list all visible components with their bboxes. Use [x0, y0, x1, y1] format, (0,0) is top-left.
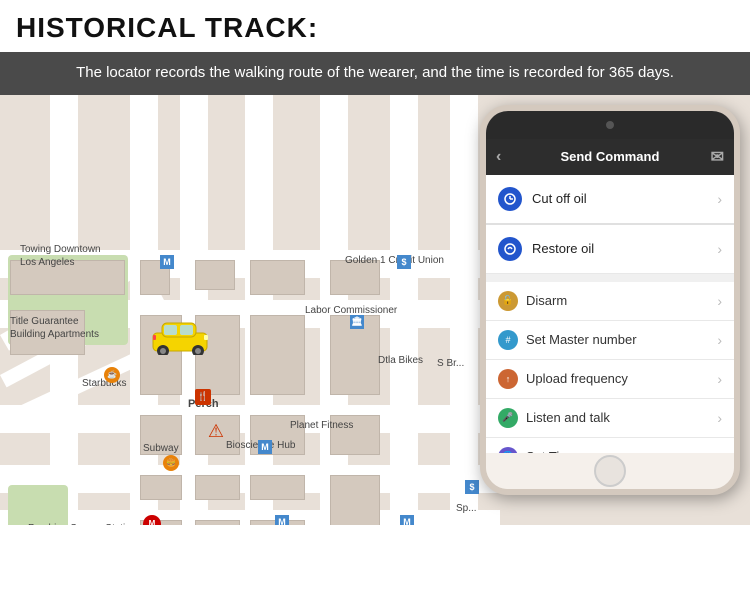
- marker-bs6: M: [275, 515, 289, 525]
- phone-home-button[interactable]: [594, 455, 626, 487]
- building-21: [140, 415, 182, 455]
- street-v7: [450, 95, 478, 525]
- menu-item-disarm[interactable]: 🔓 Disarm ›: [486, 282, 734, 321]
- restore-oil-label: Restore oil: [532, 241, 717, 256]
- master-number-chevron: ›: [717, 332, 722, 348]
- building-13: [330, 415, 380, 455]
- header-section: HISTORICAL TRACK:: [0, 0, 750, 52]
- restore-oil-icon: [498, 237, 522, 261]
- menu-divider: [486, 274, 734, 282]
- disarm-label: Disarm: [526, 293, 717, 308]
- building-4: [195, 260, 235, 290]
- building-2: [10, 310, 85, 355]
- marker-bs1: M: [160, 255, 174, 269]
- disarm-chevron: ›: [717, 293, 722, 309]
- street-v5: [320, 95, 348, 525]
- phone-content[interactable]: Cut off oil › Restore oil › 🔓 Disarm: [486, 175, 734, 453]
- menu-item-timezone[interactable]: 🌐 Set Timezone ›: [486, 438, 734, 453]
- building-16: [195, 520, 240, 525]
- street-v3: [180, 95, 208, 525]
- building-5: [250, 260, 305, 295]
- upload-freq-label: Upload frequency: [526, 371, 717, 386]
- menu-item-master-number[interactable]: # Set Master number ›: [486, 321, 734, 360]
- building-15: [250, 475, 305, 500]
- master-number-label: Set Master number: [526, 332, 717, 347]
- disarm-icon: 🔓: [498, 291, 518, 311]
- back-arrow-icon[interactable]: ‹: [496, 148, 501, 166]
- marker-bs2: $: [397, 255, 411, 269]
- cut-off-oil-chevron: ›: [717, 191, 722, 207]
- page-title: HISTORICAL TRACK:: [16, 12, 734, 44]
- phone-overlay: ‹ Send Command ✉ Cut off oil ›: [480, 105, 740, 495]
- phone-camera: [606, 121, 614, 129]
- car-vehicle: [148, 315, 213, 360]
- restore-oil-chevron: ›: [717, 241, 722, 257]
- building-20: [330, 475, 380, 525]
- phone-header: ‹ Send Command ✉: [486, 139, 734, 175]
- street-v4: [245, 95, 273, 525]
- menu-item-cut-off-oil[interactable]: Cut off oil ›: [486, 175, 734, 225]
- listen-talk-icon: 🎤: [498, 408, 518, 428]
- building-14: [195, 475, 240, 500]
- marker-bs8: $: [465, 480, 479, 494]
- marker-hot: 🍔: [163, 455, 179, 471]
- cut-off-oil-label: Cut off oil: [532, 191, 717, 206]
- marker-bs4: 🏛: [350, 315, 364, 329]
- menu-item-upload-freq[interactable]: ↑ Upload frequency ›: [486, 360, 734, 399]
- marker-bs7: M: [400, 515, 414, 525]
- building-1: [10, 260, 125, 295]
- phone-notch-bar: [486, 111, 734, 139]
- building-6: [250, 315, 305, 395]
- phone-header-title: Send Command: [509, 149, 710, 164]
- marker-starbucks: ☕: [104, 367, 120, 383]
- subtitle-text: The locator records the walking route of…: [76, 64, 674, 81]
- map-container: Towing DowntownLos Angeles Title Guarant…: [0, 95, 750, 525]
- listen-talk-chevron: ›: [717, 410, 722, 426]
- message-icon: ✉: [711, 147, 724, 167]
- phone-bottom-bar: [486, 453, 734, 489]
- marker-bs5: M: [258, 440, 272, 454]
- building-7: [330, 260, 380, 295]
- building-22: [140, 475, 182, 500]
- marker-warning: ⚠: [205, 422, 227, 442]
- subtitle-bar: The locator records the walking route of…: [0, 52, 750, 95]
- listen-talk-label: Listen and talk: [526, 410, 717, 425]
- upload-freq-icon: ↑: [498, 369, 518, 389]
- cut-off-oil-icon: [498, 187, 522, 211]
- menu-item-listen-talk[interactable]: 🎤 Listen and talk ›: [486, 399, 734, 438]
- menu-item-restore-oil[interactable]: Restore oil ›: [486, 225, 734, 274]
- upload-freq-chevron: ›: [717, 371, 722, 387]
- park-area2: [8, 485, 68, 525]
- marker-perch: 🍴: [195, 389, 211, 405]
- master-number-icon: #: [498, 330, 518, 350]
- street-v6: [390, 95, 418, 525]
